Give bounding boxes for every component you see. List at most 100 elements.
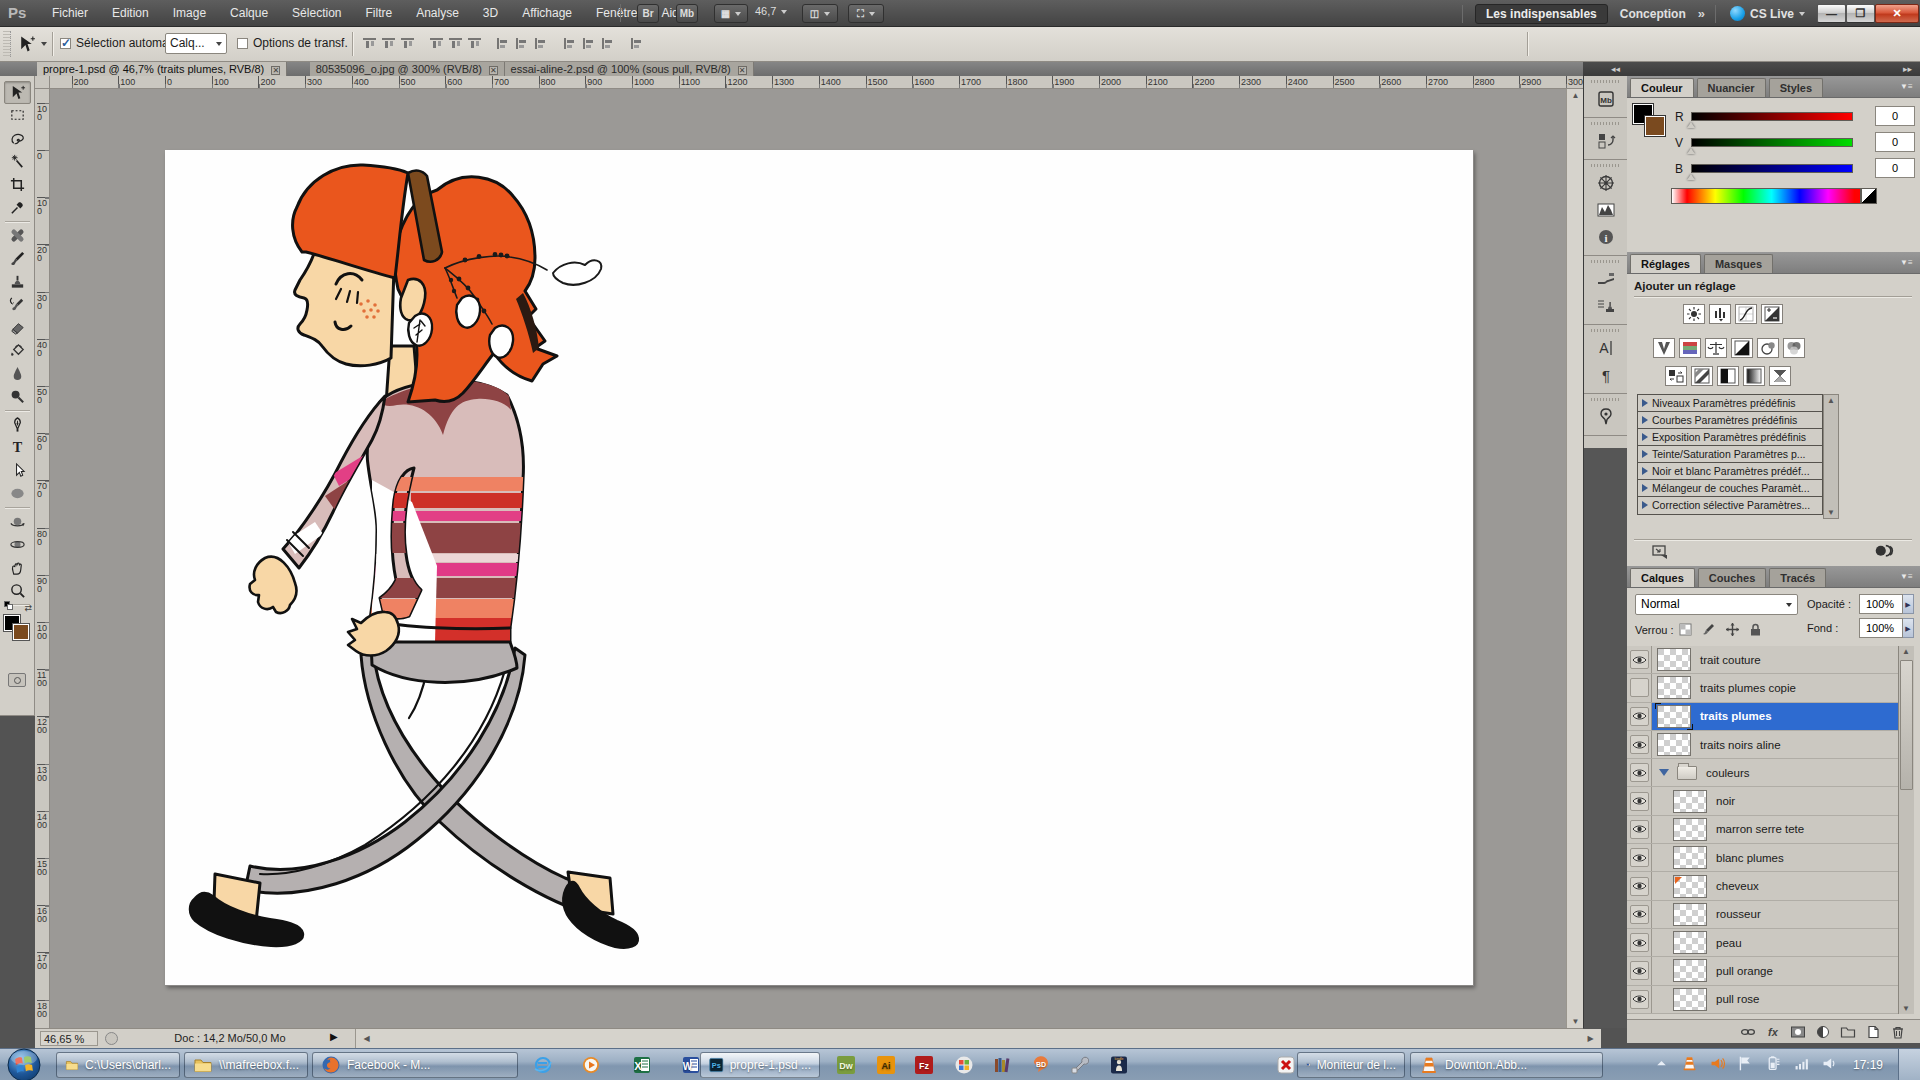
taskbar-dw-app[interactable]: [827, 1052, 865, 1078]
layer-row-peau[interactable]: peau: [1627, 929, 1898, 957]
layers-scrollbar[interactable]: ▲ ▼: [1898, 646, 1914, 1014]
close-button[interactable]: ✕: [1875, 4, 1919, 23]
layer-row-blanc-plumes[interactable]: blanc plumes: [1627, 844, 1898, 872]
align-dist-v-button[interactable]: [514, 36, 531, 51]
tray-vlc-icon[interactable]: [1681, 1055, 1698, 1076]
align-right-button[interactable]: [466, 36, 483, 51]
tab-close-icon[interactable]: ✕: [489, 66, 498, 75]
layer-row-trait-couture[interactable]: trait couture: [1627, 646, 1898, 674]
quick-mask-button[interactable]: [8, 673, 26, 687]
selective-adjustment-icon[interactable]: [1769, 366, 1791, 386]
layer-visibility-toggle[interactable]: [1627, 674, 1652, 701]
layer-visibility-toggle[interactable]: [1627, 929, 1652, 956]
layer-thumbnail[interactable]: [1673, 875, 1707, 898]
group-expand-icon[interactable]: [1659, 769, 1669, 776]
align-dist-h-button[interactable]: [581, 36, 598, 51]
transform-checkbox-box[interactable]: [237, 38, 248, 49]
workspace-essentials-button[interactable]: Les indispensables: [1475, 4, 1608, 24]
character-panel-icon[interactable]: [1589, 335, 1623, 361]
horizontal-scrollbar[interactable]: ◀ ▶: [355, 1029, 1601, 1048]
minimize-button[interactable]: —: [1817, 4, 1846, 23]
document-tab-1[interactable]: 80535096_o.jpg @ 300% (RVB/8)✕: [310, 62, 505, 76]
document-tab-0[interactable]: propre-1.psd @ 46,7% (traits plumes, RVB…: [37, 62, 287, 76]
align-dist-left-button[interactable]: [562, 36, 579, 51]
puppet-panel-icon[interactable]: [1589, 404, 1623, 430]
brushes-panel-icon[interactable]: [1589, 266, 1623, 292]
photofilter-adjustment-icon[interactable]: [1757, 338, 1779, 358]
pen-tool[interactable]: [4, 413, 31, 436]
layer-row-pull-rose[interactable]: pull rose: [1627, 986, 1898, 1014]
hue-adjustment-icon[interactable]: [1679, 338, 1701, 358]
layer-visibility-toggle[interactable]: [1627, 816, 1652, 843]
tab-close-icon[interactable]: ✕: [738, 66, 747, 75]
layers-menu-icon[interactable]: ▼≡: [1900, 572, 1914, 582]
clonesrc-panel-icon[interactable]: [1589, 293, 1623, 319]
spectrum-bw-swatch[interactable]: [1861, 188, 1877, 204]
background-color-swatch[interactable]: [13, 624, 29, 640]
taskbar-photoshop-window[interactable]: propre-1.psd ...: [700, 1052, 820, 1078]
workspace-more-button[interactable]: »: [1698, 6, 1715, 21]
taskbar-folder-window[interactable]: C:\Users\charl...: [56, 1052, 180, 1078]
invert-adjustment-icon[interactable]: [1665, 366, 1687, 386]
align-bottom-button[interactable]: [399, 36, 416, 51]
wand-tool[interactable]: [4, 150, 31, 173]
bw-adjustment-icon[interactable]: [1731, 338, 1753, 358]
color-tab-styles[interactable]: Styles: [1769, 78, 1823, 97]
taskbar-excel-app[interactable]: [623, 1052, 661, 1078]
menu-analyse[interactable]: Analyse: [404, 0, 471, 27]
channel-slider-marker[interactable]: [1687, 174, 1695, 180]
align-dist-top-button[interactable]: [495, 36, 512, 51]
presets-scrollbar[interactable]: ▲ ▼: [1823, 394, 1839, 519]
layer-row-noir[interactable]: noir: [1627, 787, 1898, 815]
color-tab-couleur[interactable]: Couleur: [1630, 78, 1694, 97]
align-dist-right-button[interactable]: [600, 36, 617, 51]
layer-row-cheveux[interactable]: cheveux: [1627, 872, 1898, 900]
vibrance-adjustment-icon[interactable]: [1653, 338, 1675, 358]
layer-name[interactable]: couleurs: [1706, 767, 1749, 779]
wheel-panel-icon[interactable]: [1589, 170, 1623, 196]
taskbar-fz-app[interactable]: [905, 1052, 943, 1078]
fill-spinner[interactable]: ▶: [1903, 618, 1914, 638]
taskbar-ie-app[interactable]: [524, 1052, 562, 1078]
align-hcenter-button[interactable]: [447, 36, 464, 51]
layer-row-marron-serre-tete[interactable]: marron serre tete: [1627, 816, 1898, 844]
panel-background-swatch[interactable]: [1645, 116, 1665, 136]
opacity-spinner[interactable]: ▶: [1903, 594, 1914, 614]
tray-volume-icon[interactable]: [1821, 1055, 1838, 1076]
align-top-button[interactable]: [361, 36, 378, 51]
document-canvas[interactable]: [165, 150, 1473, 985]
taskbar-wmp-app[interactable]: [572, 1052, 610, 1078]
channel-value[interactable]: 0: [1875, 132, 1915, 152]
tray-flag-icon[interactable]: [1737, 1055, 1754, 1076]
layer-name[interactable]: cheveux: [1716, 880, 1759, 892]
layer-visibility-toggle[interactable]: [1627, 646, 1652, 673]
marquee-tool[interactable]: [4, 104, 31, 127]
dodge-tool[interactable]: [4, 385, 31, 408]
align-vcenter-button[interactable]: [380, 36, 397, 51]
channel-slider-marker[interactable]: [1687, 122, 1695, 128]
layer-name[interactable]: noir: [1716, 795, 1735, 807]
restore-button[interactable]: ❐: [1846, 4, 1875, 23]
threshold-adjustment-icon[interactable]: [1717, 366, 1739, 386]
layer-name[interactable]: pull orange: [1716, 965, 1773, 977]
tray-soundorange-icon[interactable]: [1709, 1055, 1726, 1076]
channel-value[interactable]: 0: [1875, 158, 1915, 178]
link-layers-icon[interactable]: [1740, 1025, 1756, 1039]
new-group-icon[interactable]: [1840, 1025, 1856, 1039]
menu-sélection[interactable]: Sélection: [280, 0, 353, 27]
layer-visibility-toggle[interactable]: [1627, 872, 1652, 899]
tray-uparrow-icon[interactable]: [1653, 1055, 1670, 1076]
autoselect-target-dropdown[interactable]: Calq...: [165, 33, 227, 54]
balance-adjustment-icon[interactable]: [1705, 338, 1727, 358]
preset-row[interactable]: Mélangeur de couches Paramèt...: [1638, 480, 1822, 497]
layer-name[interactable]: traits plumes: [1700, 710, 1772, 722]
preset-row[interactable]: Noir et blanc Paramètres prédéf...: [1638, 463, 1822, 480]
crop-tool[interactable]: [4, 173, 31, 196]
align-auto-button[interactable]: [629, 36, 646, 51]
taskbar-books-app[interactable]: [984, 1052, 1022, 1078]
paragraph-panel-icon[interactable]: [1589, 362, 1623, 388]
layers-tab-tracés[interactable]: Tracés: [1769, 568, 1826, 587]
layer-visibility-toggle[interactable]: [1627, 703, 1652, 730]
tab-close-icon[interactable]: ✕: [271, 66, 280, 75]
opacity-value[interactable]: 100%: [1859, 594, 1903, 614]
